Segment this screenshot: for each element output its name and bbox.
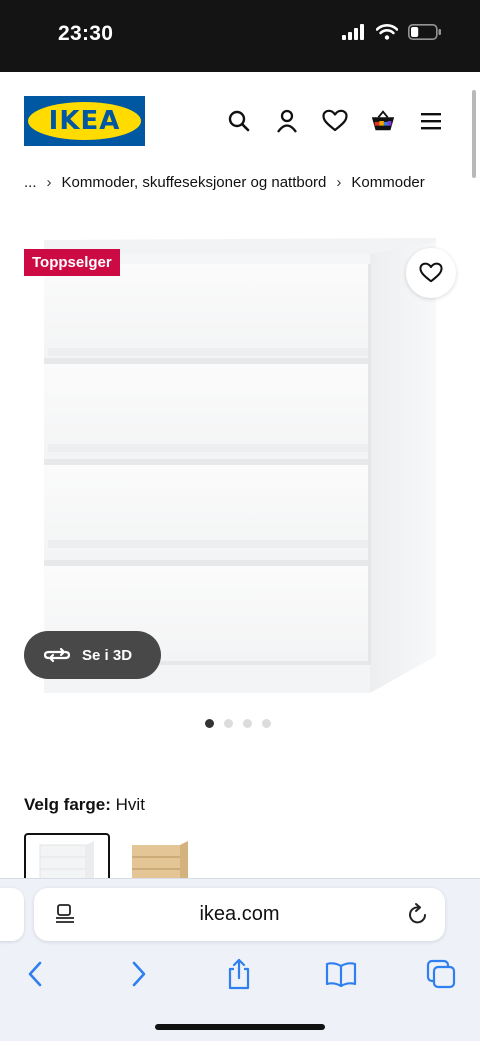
tabs-button[interactable]	[424, 957, 458, 991]
forward-button[interactable]	[122, 957, 156, 991]
share-icon	[228, 958, 250, 990]
battery-icon	[408, 24, 441, 40]
breadcrumb-ellipsis[interactable]: ...	[24, 174, 37, 191]
address-bar[interactable]: ikea.com	[34, 888, 445, 941]
account-icon[interactable]	[274, 108, 300, 134]
tabs-icon	[426, 959, 456, 989]
view-in-3d-label: Se i 3D	[82, 646, 133, 664]
add-to-favourites-button[interactable]	[406, 248, 456, 298]
url-text: ikea.com	[199, 903, 280, 925]
breadcrumb-item[interactable]: Kommoder	[351, 174, 424, 191]
browser-nav-row	[0, 957, 480, 991]
scroll-indicator[interactable]	[472, 90, 476, 178]
rotate-3d-icon	[44, 647, 70, 663]
book-icon	[325, 962, 357, 987]
view-in-3d-button[interactable]: Se i 3D	[24, 631, 161, 679]
carousel-dot[interactable]	[262, 719, 271, 728]
heart-icon[interactable]	[322, 108, 348, 134]
carousel-dot[interactable]	[243, 719, 252, 728]
reload-icon[interactable]	[407, 902, 429, 931]
page: 23:30 IKEA ... › Kommoder, skuffeseksjon…	[0, 0, 480, 1041]
status-bar: 23:30	[0, 0, 480, 72]
breadcrumb: ... › Kommoder, skuffeseksjoner og nattb…	[24, 174, 425, 191]
ikea-logo[interactable]: IKEA	[24, 96, 145, 146]
cellular-signal-icon	[342, 24, 364, 40]
search-icon[interactable]	[226, 108, 252, 134]
chevron-left-icon	[28, 961, 42, 987]
share-button[interactable]	[222, 957, 256, 991]
color-selector-label: Velg farge: Hvit	[24, 795, 145, 815]
carousel-dot[interactable]	[224, 719, 233, 728]
topseller-badge: Toppselger	[24, 249, 120, 276]
header-icons	[226, 108, 444, 134]
image-carousel-dots	[205, 719, 271, 728]
chevron-right-icon: ›	[336, 174, 342, 191]
wifi-icon	[376, 24, 398, 40]
basket-icon[interactable]	[370, 108, 396, 134]
heart-icon	[419, 262, 443, 283]
menu-icon[interactable]	[418, 108, 444, 134]
breadcrumb-item[interactable]: Kommoder, skuffeseksjoner og nattbord	[62, 174, 327, 191]
back-button[interactable]	[18, 957, 52, 991]
color-label-title: Velg farge:	[24, 795, 111, 814]
site-header: IKEA	[0, 72, 480, 168]
previous-tab-preview[interactable]	[0, 888, 24, 941]
bookmarks-button[interactable]	[324, 957, 358, 991]
chevron-right-icon	[132, 961, 146, 987]
status-icons	[342, 24, 442, 40]
logo-text: IKEA	[48, 106, 121, 136]
color-value: Hvit	[115, 795, 145, 814]
home-indicator	[155, 1024, 325, 1030]
chevron-right-icon: ›	[46, 174, 52, 191]
carousel-dot[interactable]	[205, 719, 214, 728]
status-time: 23:30	[58, 22, 114, 45]
